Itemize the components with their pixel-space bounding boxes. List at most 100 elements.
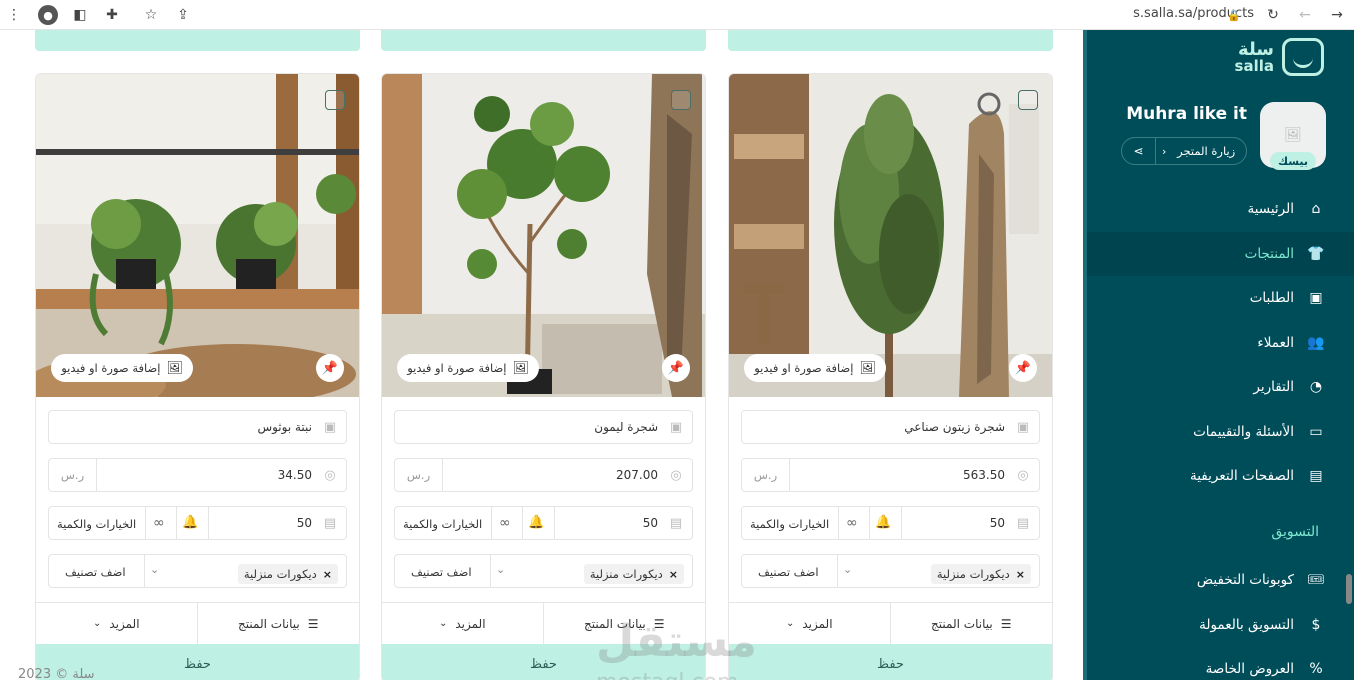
scrollbar-thumb[interactable] <box>1346 574 1352 604</box>
options-label[interactable]: الخيارات والكمية <box>750 517 829 531</box>
options-label[interactable]: الخيارات والكمية <box>403 517 482 531</box>
save-strip[interactable] <box>381 30 706 51</box>
product-name-field[interactable]: ▣ نبتة بوثوس <box>48 410 347 444</box>
pin-icon[interactable]: 📌 <box>1009 354 1037 382</box>
add-media-button[interactable]: إضافة صورة او فيديو 🖼 <box>51 354 193 382</box>
chevron-down-icon[interactable]: ⌄ <box>496 563 505 576</box>
sidebar-item-home[interactable]: الرئيسية ⌂ <box>1087 187 1354 231</box>
chevron-right-icon: › <box>1162 144 1167 158</box>
sidebar-item-offers[interactable]: العروض الخاصة % <box>1087 647 1354 691</box>
quantity-field[interactable]: ▤ 50 🔔 ∞ الخيارات والكمية <box>741 506 1040 540</box>
category-tag-label: ديكورات منزلية <box>589 567 663 581</box>
bell-icon[interactable]: 🔔 <box>182 515 198 530</box>
category-field[interactable]: ديكورات منزلية × ⌄ اضف تصنيف <box>741 554 1040 588</box>
add-category-label[interactable]: اضف تصنيف <box>411 565 472 579</box>
chevron-down-icon[interactable]: ⌄ <box>150 563 159 576</box>
quantity-field[interactable]: ▤ 50 🔔 ∞ الخيارات والكمية <box>394 506 693 540</box>
product-image[interactable]: 📌 إضافة صورة او فيديو 🖼 <box>382 74 705 397</box>
product-name-field[interactable]: ▣ شجرة زيتون صناعي <box>741 410 1040 444</box>
add-media-button[interactable]: إضافة صورة او فيديو 🖼 <box>744 354 886 382</box>
share-icon[interactable]: ⇪ <box>173 5 193 25</box>
store-name: Muhra like it <box>1126 104 1247 124</box>
share-icon[interactable]: ⋖ <box>1122 138 1156 164</box>
box-icon: ▣ <box>669 420 683 435</box>
star-icon[interactable]: ☆ <box>141 5 161 25</box>
price-field[interactable]: ◎ 34.50 ر.س <box>48 458 347 492</box>
sidebar-item-label: الصفحات التعريفية <box>1189 468 1294 484</box>
save-strip[interactable] <box>35 30 360 51</box>
logo-text-ar: سلة <box>1238 38 1274 60</box>
menu-dots-icon[interactable]: ⋮ <box>4 5 24 25</box>
price-field[interactable]: ◎ 207.00 ر.س <box>394 458 693 492</box>
forward-icon[interactable]: → <box>1327 5 1347 25</box>
back-icon[interactable]: ← <box>1295 5 1315 25</box>
box-icon: ▣ <box>323 420 337 435</box>
coins-icon: ◎ <box>670 468 682 483</box>
sidebar-item-label: العروض الخاصة <box>1205 661 1294 677</box>
quantity-value: 50 <box>642 516 658 530</box>
add-media-button[interactable]: إضافة صورة او فيديو 🖼 <box>397 354 539 382</box>
remove-tag-icon[interactable]: × <box>1016 568 1025 581</box>
bell-icon[interactable]: 🔔 <box>875 515 891 530</box>
add-category-label[interactable]: اضف تصنيف <box>65 565 126 579</box>
box-icon: ▣ <box>1309 290 1323 306</box>
select-checkbox[interactable] <box>1018 90 1038 110</box>
sidebar-item-label: العملاء <box>1257 335 1294 351</box>
sidebar-item-label: التقارير <box>1253 379 1294 395</box>
product-name-value: نبتة بوثوس <box>257 420 312 434</box>
infinity-icon[interactable]: ∞ <box>499 515 511 531</box>
visit-store-group: ⋖ › زيارة المتجر <box>1121 137 1247 165</box>
product-data-button[interactable]: بيانات المنتج ☰ <box>198 603 360 644</box>
profile-icon[interactable]: ● <box>38 5 58 25</box>
pin-icon[interactable]: 📌 <box>662 354 690 382</box>
visit-store-link[interactable]: زيارة المتجر <box>1166 144 1246 158</box>
category-field[interactable]: ديكورات منزلية × ⌄ اضف تصنيف <box>394 554 693 588</box>
users-icon: 👥 <box>1307 335 1325 351</box>
more-button[interactable]: ⌄ المزيد <box>36 603 198 644</box>
image-icon: 🖼 <box>166 360 183 376</box>
lock-icon: 🔒 <box>1227 8 1241 22</box>
chevron-down-icon[interactable]: ⌄ <box>843 563 852 576</box>
quantity-field[interactable]: ▤ 50 🔔 ∞ الخيارات والكمية <box>48 506 347 540</box>
category-tag: ديكورات منزلية × <box>583 564 684 584</box>
pin-icon[interactable]: 📌 <box>316 354 344 382</box>
product-image[interactable]: 📌 إضافة صورة او فيديو 🖼 <box>729 74 1052 397</box>
product-name-value: شجرة ليمون <box>594 420 658 434</box>
reload-icon[interactable]: ↻ <box>1263 5 1283 25</box>
save-strip[interactable] <box>728 30 1053 51</box>
category-field[interactable]: ديكورات منزلية × ⌄ اضف تصنيف <box>48 554 347 588</box>
add-category-label[interactable]: اضف تصنيف <box>758 565 819 579</box>
product-data-button[interactable]: بيانات المنتج ☰ <box>891 603 1053 644</box>
select-checkbox[interactable] <box>671 90 691 110</box>
sidebar-item-customers[interactable]: العملاء 👥 <box>1087 321 1354 365</box>
sidebar-item-reviews[interactable]: الأسئلة والتقييمات ▭ <box>1087 410 1354 454</box>
category-tag: ديكورات منزلية × <box>930 564 1031 584</box>
extensions-icon[interactable]: ✚ <box>102 5 122 25</box>
sidebar-item-products[interactable]: المنتجات 👕 <box>1087 232 1354 276</box>
sidebar-item-orders[interactable]: الطلبات ▣ <box>1087 276 1354 320</box>
currency-label: ر.س <box>395 459 443 491</box>
price-value: 34.50 <box>277 468 312 482</box>
bell-icon[interactable]: 🔔 <box>528 515 544 530</box>
sidebar-item-pages[interactable]: الصفحات التعريفية ▤ <box>1087 454 1354 498</box>
sidebar-icon[interactable]: ◧ <box>70 5 90 25</box>
more-button[interactable]: ⌄ المزيد <box>382 603 544 644</box>
sidebar-item-affiliate[interactable]: التسويق بالعمولة $ <box>1087 603 1354 647</box>
remove-tag-icon[interactable]: × <box>669 568 678 581</box>
sidebar-item-label: كوبونات التخفيض <box>1196 572 1294 588</box>
infinity-icon[interactable]: ∞ <box>153 515 165 531</box>
sidebar: سلة salla Muhra like it 🖼 بيسك ⋖ › زيارة… <box>1083 30 1354 680</box>
salla-logo[interactable]: سلة salla <box>1235 38 1324 76</box>
save-button[interactable]: حفظ <box>729 644 1052 680</box>
sidebar-item-reports[interactable]: التقارير ◔ <box>1087 365 1354 409</box>
browser-toolbar: ⋮ ● ◧ ✚ ☆ ⇪ s.salla.sa/products 🔒 ↻ ← → <box>0 0 1354 30</box>
price-field[interactable]: ◎ 563.50 ر.س <box>741 458 1040 492</box>
product-image[interactable]: 📌 إضافة صورة او فيديو 🖼 <box>36 74 359 397</box>
product-name-field[interactable]: ▣ شجرة ليمون <box>394 410 693 444</box>
sidebar-item-coupons[interactable]: كوبونات التخفيض 🎟 <box>1087 558 1354 602</box>
select-checkbox[interactable] <box>325 90 345 110</box>
options-label[interactable]: الخيارات والكمية <box>57 517 136 531</box>
infinity-icon[interactable]: ∞ <box>846 515 858 531</box>
remove-tag-icon[interactable]: × <box>323 568 332 581</box>
sidebar-item-label: التسويق بالعمولة <box>1199 617 1294 633</box>
